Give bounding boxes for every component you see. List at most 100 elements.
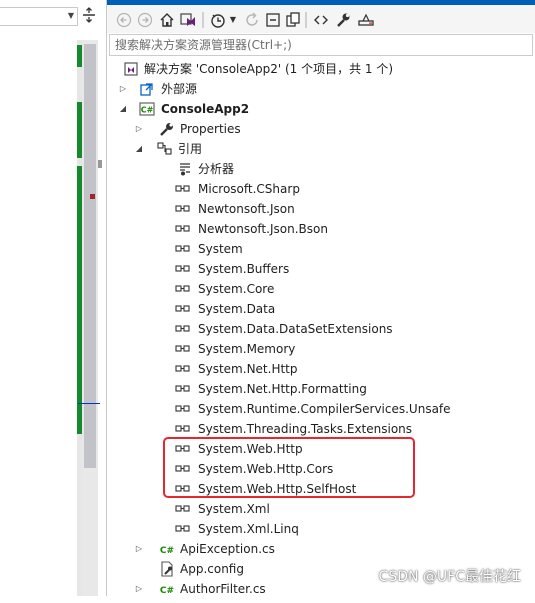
tree-row-reference[interactable]: System.Web.Http xyxy=(107,439,535,459)
chevron-right-icon[interactable]: ▷ xyxy=(134,119,144,139)
analyzers-label: 分析器 xyxy=(198,162,235,176)
splitter-grip[interactable] xyxy=(98,160,102,168)
assembly-reference-icon xyxy=(175,181,191,197)
tree-row-reference[interactable]: System.Web.Http.SelfHost xyxy=(107,479,535,499)
assembly-reference-icon xyxy=(175,201,191,217)
config-file-icon xyxy=(159,561,175,577)
reference-label: Microsoft.CSharp xyxy=(198,182,300,196)
history-dropdown-icon[interactable]: ▼ xyxy=(228,11,238,29)
tree-row-references[interactable]: ◢ 引用 xyxy=(107,139,535,159)
tree-row-reference[interactable]: Newtonsoft.Json.Bson xyxy=(107,219,535,239)
tree-row-reference[interactable]: System.Xml.Linq xyxy=(107,519,535,539)
reference-label: Newtonsoft.Json.Bson xyxy=(198,222,328,236)
assembly-reference-icon xyxy=(175,521,191,537)
editor-navigation-dropdown[interactable]: ▼ xyxy=(0,7,78,26)
tree-row-reference[interactable]: System.Web.Http.Cors xyxy=(107,459,535,479)
tree-row-reference[interactable]: System.Threading.Tasks.Extensions xyxy=(107,419,535,439)
assembly-reference-icon xyxy=(175,221,191,237)
chevron-down-icon[interactable]: ◢ xyxy=(134,139,144,159)
breakpoint-marker xyxy=(90,194,95,199)
reference-label: System xyxy=(198,242,243,256)
back-arrow-icon[interactable] xyxy=(116,11,132,29)
home-icon[interactable] xyxy=(159,11,175,29)
assembly-reference-icon xyxy=(175,261,191,277)
assembly-reference-icon xyxy=(175,321,191,337)
tree-row-project[interactable]: ◢ C# ConsoleApp2 xyxy=(107,99,535,119)
solution-explorer-toolbar: ▼ xyxy=(107,5,535,33)
chevron-down-icon[interactable]: ◢ xyxy=(118,99,128,119)
reference-label: System.Web.Http.SelfHost xyxy=(198,482,357,496)
tree-row-reference[interactable]: System.Core xyxy=(107,279,535,299)
watermark: CSDN @UFC最佳花红 xyxy=(378,569,521,585)
analyzer-icon xyxy=(177,161,193,177)
tree-row-reference[interactable]: Microsoft.CSharp xyxy=(107,179,535,199)
caret-position-marker xyxy=(78,403,100,404)
search-input[interactable] xyxy=(110,35,532,55)
split-window-icon[interactable] xyxy=(82,7,96,27)
reference-label: System.Xml.Linq xyxy=(198,522,299,536)
tree-row-reference[interactable]: System.Net.Http.Formatting xyxy=(107,379,535,399)
assembly-reference-icon xyxy=(175,441,191,457)
tree-row-reference[interactable]: System.Data xyxy=(107,299,535,319)
forward-arrow-icon[interactable] xyxy=(137,11,153,29)
editor-strip: ▼ xyxy=(0,0,106,596)
refresh-icon[interactable] xyxy=(244,11,260,29)
toolbar-separator xyxy=(202,12,204,28)
tree-row-reference[interactable]: Newtonsoft.Json xyxy=(107,199,535,219)
solution-label: 解决方案 'ConsoleApp2' (1 个项目，共 1 个) xyxy=(144,62,394,76)
reference-label: System.Threading.Tasks.Extensions xyxy=(198,422,413,436)
csharp-file-icon: C# xyxy=(159,581,175,597)
tree-row-analyzers[interactable]: 分析器 xyxy=(107,159,535,179)
reference-label: System.Runtime.CompilerServices.Unsafe xyxy=(198,402,451,416)
tree-row-reference[interactable]: System.Runtime.CompilerServices.Unsafe xyxy=(107,399,535,419)
tree-row-reference[interactable]: System.Data.DataSetExtensions xyxy=(107,319,535,339)
reference-label: Newtonsoft.Json xyxy=(198,202,295,216)
assembly-reference-icon xyxy=(175,281,191,297)
svg-text:C#: C# xyxy=(160,546,174,556)
tree-row-solution[interactable]: 解决方案 'ConsoleApp2' (1 个项目，共 1 个) xyxy=(107,59,535,79)
svg-text:C#: C# xyxy=(141,106,154,115)
assembly-reference-icon xyxy=(175,381,191,397)
switch-views-icon[interactable] xyxy=(179,11,197,29)
search-solution-explorer[interactable] xyxy=(109,34,533,56)
preview-icon[interactable] xyxy=(357,11,375,29)
show-all-files-icon[interactable] xyxy=(285,11,301,29)
chevron-down-icon[interactable]: ▼ xyxy=(68,11,74,20)
history-icon[interactable] xyxy=(210,11,226,29)
reference-label: System.Data xyxy=(198,302,276,316)
editor-vertical-scrollbar[interactable] xyxy=(82,40,98,596)
wrench-icon xyxy=(159,121,175,137)
reference-label: System.Net.Http.Formatting xyxy=(198,382,367,396)
assembly-reference-icon xyxy=(175,341,191,357)
assembly-reference-icon xyxy=(175,401,191,417)
file-label: App.config xyxy=(180,562,244,576)
reference-label: System.Web.Http.Cors xyxy=(198,462,334,476)
tree-row-properties[interactable]: ▷ Properties xyxy=(107,119,535,139)
assembly-reference-icon xyxy=(175,461,191,477)
view-code-icon[interactable] xyxy=(313,11,329,29)
tree-row-reference[interactable]: System.Memory xyxy=(107,339,535,359)
assembly-reference-icon xyxy=(175,481,191,497)
chevron-right-icon[interactable]: ▷ xyxy=(134,539,144,559)
tree-row-reference[interactable]: System.Xml xyxy=(107,499,535,519)
external-sources-icon xyxy=(139,81,155,97)
solution-icon xyxy=(123,61,139,77)
tree-row-reference[interactable]: System.Net.Http xyxy=(107,359,535,379)
collapse-all-icon[interactable] xyxy=(265,11,281,29)
tree-row-reference[interactable]: System xyxy=(107,239,535,259)
external-sources-label: 外部源 xyxy=(161,82,198,96)
tree-row-reference[interactable]: System.Buffers xyxy=(107,259,535,279)
tree-row-external-sources[interactable]: ▷ 外部源 xyxy=(107,79,535,99)
chevron-right-icon[interactable]: ▷ xyxy=(118,79,128,99)
wrench-icon[interactable] xyxy=(335,11,351,29)
tree-row-file[interactable]: ▷ C# ApiException.cs xyxy=(107,539,535,559)
chevron-right-icon[interactable]: ▷ xyxy=(134,579,144,599)
assembly-reference-icon xyxy=(175,501,191,517)
assembly-reference-icon xyxy=(175,421,191,437)
project-label: ConsoleApp2 xyxy=(161,102,250,116)
csharp-file-icon: C# xyxy=(159,541,175,557)
scrollbar-thumb[interactable] xyxy=(84,44,96,468)
reference-label: System.Data.DataSetExtensions xyxy=(198,322,393,336)
reference-label: System.Net.Http xyxy=(198,362,298,376)
file-label: ApiException.cs xyxy=(180,542,275,556)
